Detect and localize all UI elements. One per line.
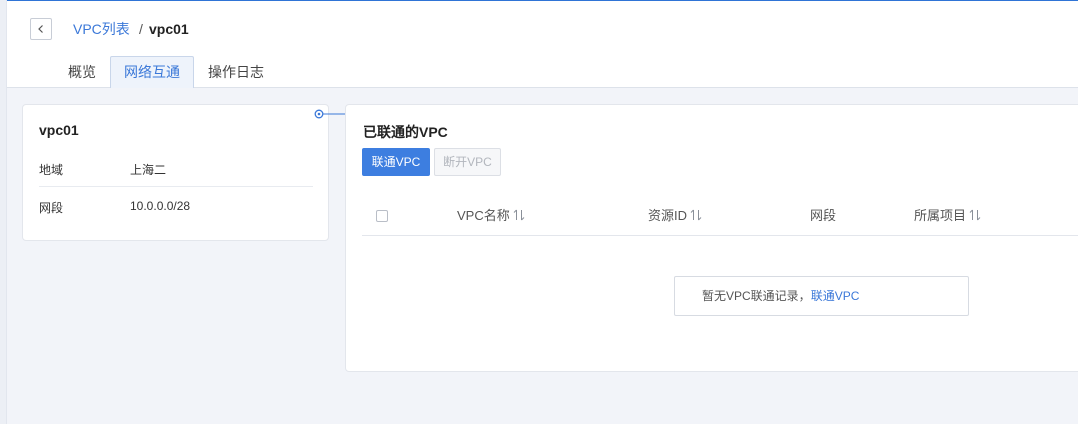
- back-button[interactable]: [30, 18, 52, 40]
- column-cidr: 网段: [810, 196, 836, 236]
- cidr-value: 10.0.0.0/28: [130, 199, 191, 213]
- sort-icon: [513, 209, 525, 221]
- region-value: 上海二: [130, 163, 167, 177]
- vpc-info-card: vpc01 地域 上海二 网段 10.0.0.0/28: [22, 104, 329, 241]
- connected-vpc-panel: 已联通的VPC 联通VPC 断开VPC VPC名称 资源ID 网段 所属项目 暂…: [345, 104, 1078, 372]
- breadcrumb-separator: /: [139, 21, 143, 37]
- sort-icon: [969, 209, 981, 221]
- breadcrumb-vpc-list[interactable]: VPC列表: [73, 21, 130, 37]
- column-resource-id[interactable]: 资源ID: [648, 196, 702, 236]
- column-label: 所属项目: [914, 208, 967, 223]
- tab-network-interconnect[interactable]: 网络互通: [110, 56, 194, 88]
- tab-operation-log[interactable]: 操作日志: [194, 56, 278, 88]
- column-label: 资源ID: [648, 208, 688, 223]
- column-label: VPC名称: [457, 208, 510, 223]
- cidr-label: 网段: [39, 201, 64, 215]
- breadcrumb-current: vpc01: [149, 21, 189, 37]
- empty-state: 暂无VPC联通记录，联通VPC: [674, 276, 969, 316]
- connect-vpc-button[interactable]: 联通VPC: [362, 148, 430, 176]
- panel-title: 已联通的VPC: [363, 124, 448, 140]
- page-header: VPC列表 / vpc01 概览 网络互通 操作日志: [7, 1, 1078, 88]
- table-header: VPC名称 资源ID 网段 所属项目: [362, 196, 1078, 236]
- select-all-checkbox[interactable]: [376, 210, 388, 222]
- info-row-region: 地域 上海二: [39, 149, 313, 187]
- vpc-name: vpc01: [39, 122, 79, 138]
- tab-overview[interactable]: 概览: [54, 56, 110, 88]
- chevron-left-icon: [38, 25, 43, 33]
- empty-connect-link[interactable]: 联通VPC: [811, 289, 860, 303]
- tab-bar: 概览 网络互通 操作日志: [54, 56, 278, 88]
- disconnect-vpc-button: 断开VPC: [434, 148, 501, 176]
- sort-icon: [690, 209, 702, 221]
- column-project[interactable]: 所属项目: [914, 196, 981, 236]
- region-label: 地域: [39, 163, 64, 177]
- info-row-cidr: 网段 10.0.0.0/28: [39, 187, 313, 225]
- left-edge-panel: [0, 0, 7, 424]
- column-label: 网段: [810, 208, 837, 223]
- empty-text: 暂无VPC联通记录，: [702, 289, 811, 303]
- column-vpc-name[interactable]: VPC名称: [457, 196, 525, 236]
